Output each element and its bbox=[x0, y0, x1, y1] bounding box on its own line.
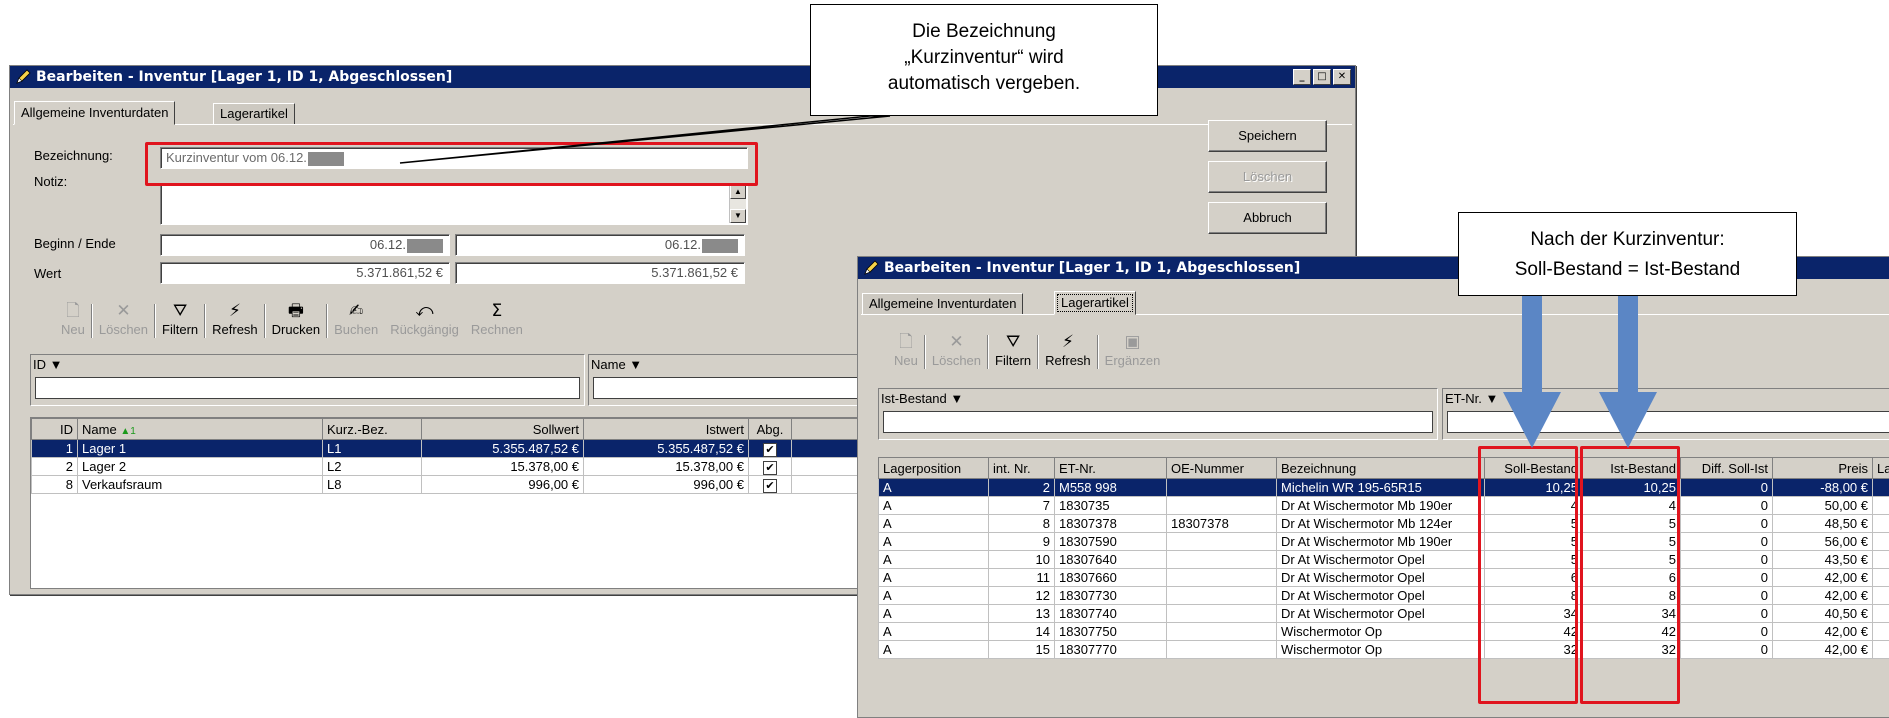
down-arrow-ist bbox=[1599, 296, 1657, 448]
callout-line: „Kurzinventur“ wird bbox=[811, 45, 1157, 71]
callout-line: automatisch vergeben. bbox=[811, 71, 1157, 97]
callout-pointer bbox=[400, 116, 890, 163]
callout-kurzinventur: Die Bezeichnung „Kurzinventur“ wird auto… bbox=[810, 4, 1158, 116]
tab-allgemeine-inventurdaten[interactable]: Allgemeine Inventurdaten bbox=[14, 101, 175, 125]
callout-soll-ist: Nach der Kurzinventur: Soll-Bestand = Is… bbox=[1458, 212, 1797, 296]
callout-line: Soll-Bestand = Ist-Bestand bbox=[1459, 255, 1796, 285]
tab-lagerartikel[interactable]: Lagerartikel bbox=[1054, 291, 1136, 315]
down-arrow-soll bbox=[1503, 296, 1561, 448]
callout-line: Die Bezeichnung bbox=[811, 19, 1157, 45]
down-arrows bbox=[1503, 296, 1657, 448]
callout-line: Nach der Kurzinventur: bbox=[1459, 225, 1796, 255]
